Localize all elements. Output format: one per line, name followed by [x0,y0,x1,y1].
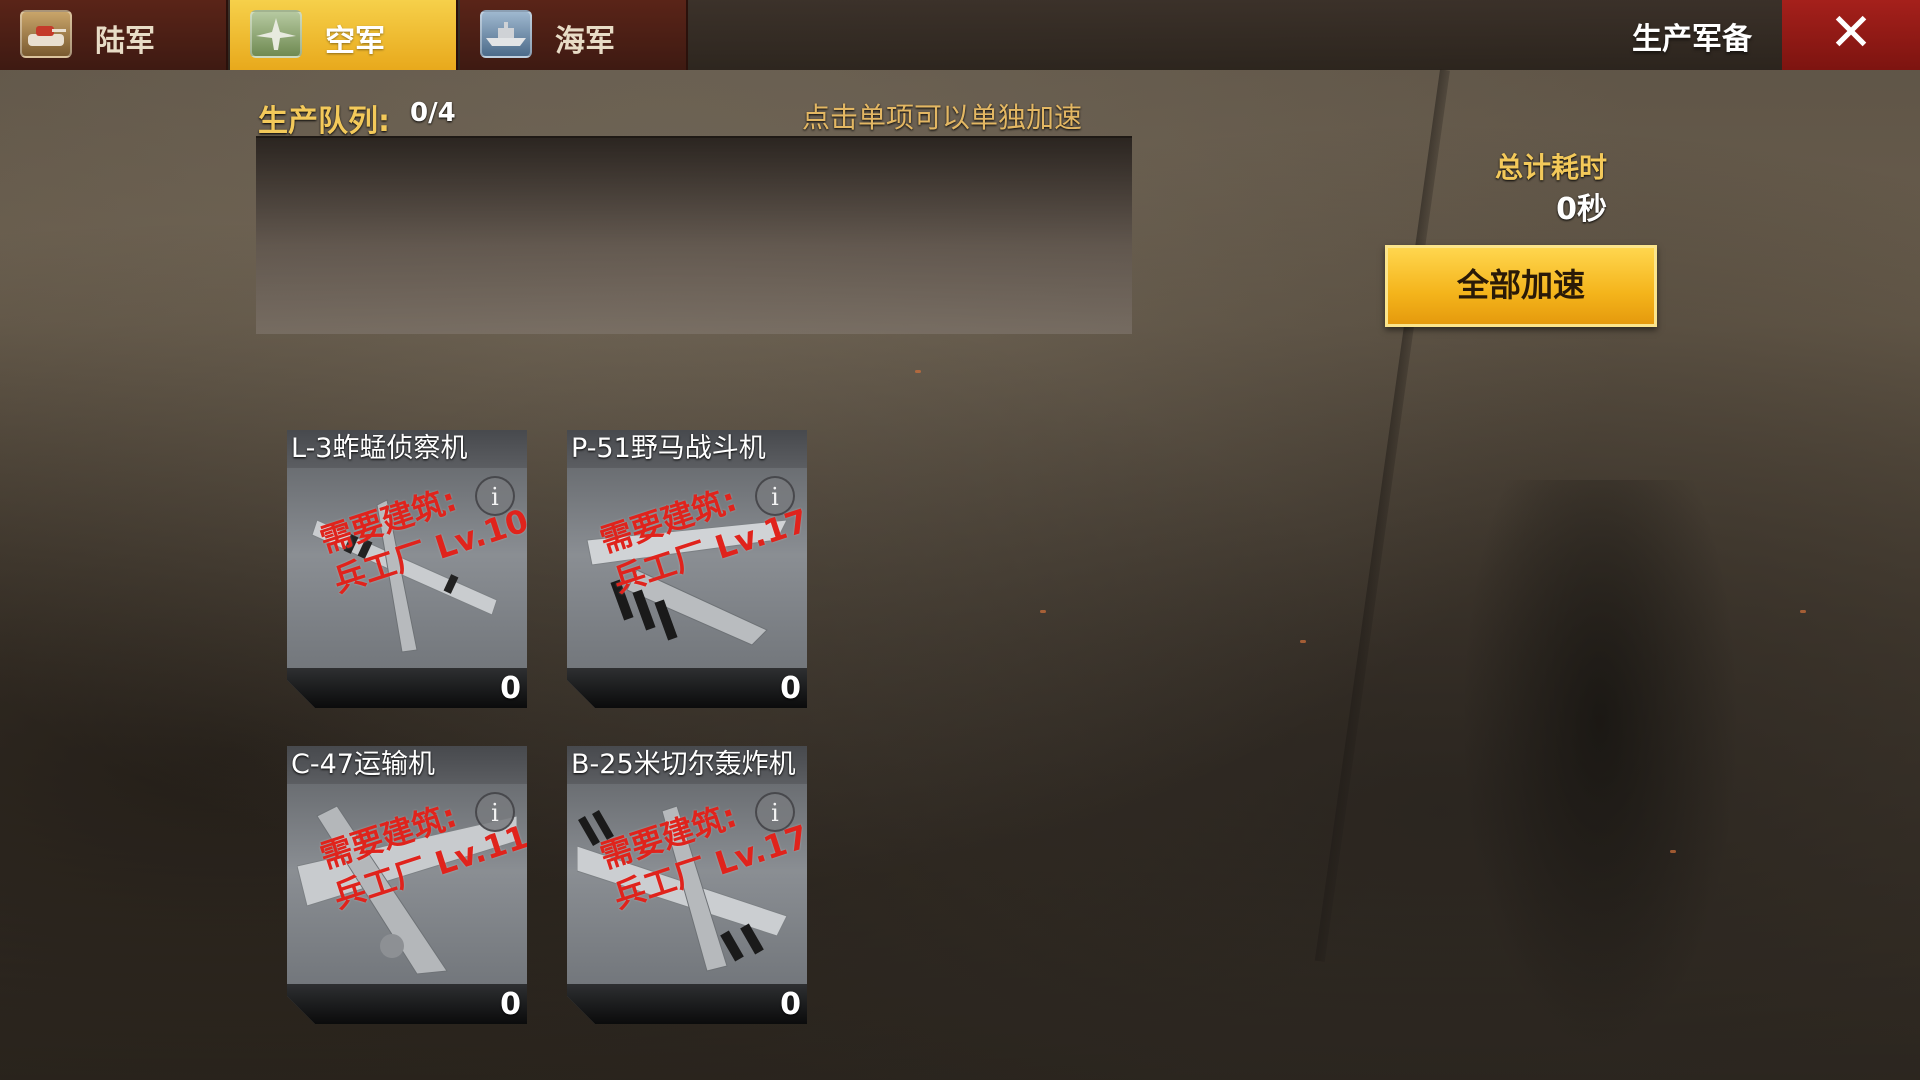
background-ember [915,370,921,373]
tank-icon [20,10,72,58]
top-bar: 陆军 空军 海军 生产军备 ✕ [0,0,1920,70]
close-button[interactable]: ✕ [1782,0,1920,70]
close-icon: ✕ [1829,3,1873,63]
count-bar [567,668,807,708]
production-queue-panel[interactable] [256,136,1132,334]
unit-card-c47[interactable]: C-47运输机 i 需要建筑: 兵工厂 Lv.11 0 [287,746,527,1024]
count-bar [287,984,527,1024]
total-time-value: 0秒 [1556,192,1607,227]
tab-army-label: 陆军 [95,24,155,59]
tab-navy[interactable]: 海军 [460,0,688,70]
unit-card-l3[interactable]: L-3蚱蜢侦察机 i 需要建筑: 兵工厂 Lv.10 0 [287,430,527,708]
count-bar [287,668,527,708]
unit-card-b25[interactable]: B-25米切尔轰炸机 i 需要建筑: 兵工厂 Lv.17 0 [567,746,807,1024]
unit-name: C-47运输机 [287,746,527,784]
tab-air-force[interactable]: 空军 [230,0,458,70]
background-flagpole [1314,69,1450,962]
tab-air-force-label: 空军 [325,24,385,59]
ship-icon [480,10,532,58]
background-ember [1040,610,1046,613]
speed-up-all-button[interactable]: 全部加速 [1385,245,1657,327]
tab-army[interactable]: 陆军 [0,0,228,70]
queue-hint: 点击单项可以单独加速 [802,101,1083,134]
background-ember [1800,610,1806,613]
unit-card-p51[interactable]: P-51野马战斗机 i 需要建筑: 兵工厂 Lv.17 0 [567,430,807,708]
background-ember [1670,850,1676,853]
plane-icon [250,10,302,58]
queue-count: 0/4 [410,98,456,128]
unit-count: 0 [780,671,801,706]
background-ember [1300,640,1306,643]
unit-count: 0 [500,671,521,706]
tab-navy-label: 海军 [555,24,615,59]
count-bar [567,984,807,1024]
background-soldier [1450,480,1750,1080]
unit-name: P-51野马战斗机 [567,430,807,468]
queue-label: 生产队列: [258,104,390,139]
total-time-label: 总计耗时 [1494,151,1607,184]
unit-name: L-3蚱蜢侦察机 [287,430,527,468]
unit-count: 0 [500,987,521,1022]
unit-name: B-25米切尔轰炸机 [567,746,807,784]
page-title: 生产军备 [1632,22,1752,57]
unit-count: 0 [780,987,801,1022]
